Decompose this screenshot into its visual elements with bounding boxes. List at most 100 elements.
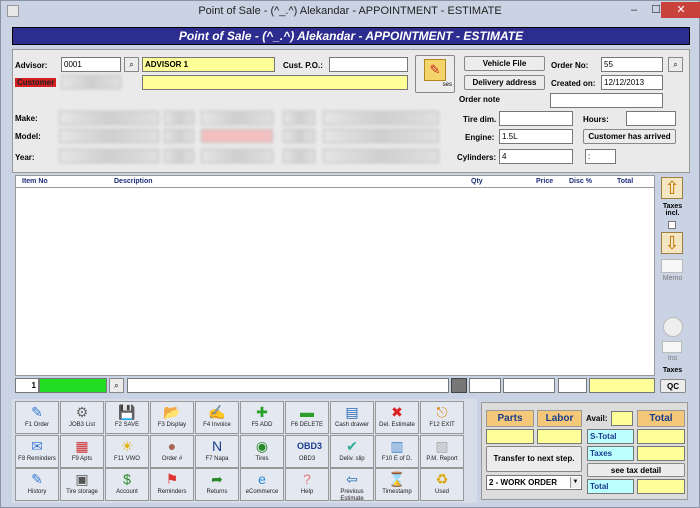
- fkey-icon: ☀: [120, 438, 134, 454]
- col-total[interactable]: Total: [617, 178, 633, 185]
- fkey-button-8[interactable]: ✖ Del. Estimate: [375, 401, 419, 434]
- ins-icon[interactable]: [663, 317, 683, 337]
- advisor-lookup-button[interactable]: ⌕: [124, 57, 139, 72]
- year-select[interactable]: [59, 149, 159, 163]
- cust-po-input[interactable]: [329, 57, 408, 72]
- fkey-label: F9 Apts: [71, 456, 93, 462]
- move-down-button[interactable]: ⇩: [661, 232, 683, 254]
- fkey-button-4[interactable]: ✍ F4 Invoice: [195, 401, 239, 434]
- vehicle-field-5[interactable]: [323, 129, 439, 143]
- fkey-button-15[interactable]: ◉ Tires: [240, 435, 284, 468]
- customer-code-input[interactable]: [61, 75, 121, 89]
- fkey-button-3[interactable]: 📂 F3 Display: [150, 401, 194, 434]
- fkey-button-9[interactable]: ⎋ F12 EXIT: [420, 401, 464, 434]
- col-item-no[interactable]: Item No: [22, 178, 48, 185]
- minimize-button[interactable]: –: [623, 2, 645, 18]
- ins-button[interactable]: [662, 341, 682, 353]
- fkey-button-22[interactable]: $ Account: [105, 468, 149, 501]
- engine-input[interactable]: 1.5L: [499, 129, 573, 144]
- fkey-icon: ⚑: [165, 471, 179, 487]
- fkey-button-2[interactable]: 💾 F2 SAVE: [105, 401, 149, 434]
- fkey-button-0[interactable]: ✎ F1 Order: [15, 401, 59, 434]
- fkey-button-1[interactable]: ⚙ JOB3 List: [60, 401, 104, 434]
- customer-label: Customer: [15, 78, 57, 87]
- items-grid[interactable]: [15, 188, 655, 376]
- fkey-button-5[interactable]: ✚ F5 ADD: [240, 401, 284, 434]
- advisor-name-field[interactable]: ADVISOR 1: [142, 57, 275, 72]
- qty-entry[interactable]: [469, 378, 501, 393]
- fkey-button-14[interactable]: N F7 Napa: [195, 435, 239, 468]
- vehicle-field-1[interactable]: [201, 111, 273, 125]
- model-select[interactable]: [59, 129, 159, 143]
- fkey-label: F7 Napa: [205, 456, 229, 462]
- order-note-label: Order note: [459, 95, 500, 104]
- tire-dim-input[interactable]: [499, 111, 573, 126]
- tire-dim-label: Tire dim.: [463, 115, 497, 124]
- fkey-button-25[interactable]: e eCommerce: [240, 468, 284, 501]
- customer-arrived-button[interactable]: Customer has arrived: [583, 129, 676, 144]
- fkey-icon: ✎: [31, 404, 43, 420]
- col-qty[interactable]: Qty: [471, 178, 483, 185]
- order-note-input[interactable]: [550, 93, 663, 108]
- fkey-button-24[interactable]: ➦ Returns: [195, 468, 239, 501]
- qc-button[interactable]: QC: [660, 379, 686, 393]
- advisor-code-input[interactable]: 0001: [61, 57, 121, 72]
- description-entry[interactable]: [127, 378, 449, 393]
- fkey-icon: OBD3: [297, 441, 323, 451]
- fkey-button-17[interactable]: ✔ Deliv. slip: [330, 435, 374, 468]
- fkey-button-18[interactable]: ▥ F10 E of D.: [375, 435, 419, 468]
- fkey-label: F4 Invoice: [203, 422, 231, 428]
- vehicle-field-2[interactable]: [201, 129, 273, 143]
- fkey-button-19[interactable]: ▧ P.M. Report: [420, 435, 464, 468]
- fkey-button-16[interactable]: OBD3 OBD3: [285, 435, 329, 468]
- fkey-label: Reminders: [157, 489, 187, 495]
- fkey-button-12[interactable]: ☀ F11 VWO: [105, 435, 149, 468]
- disc-entry[interactable]: [558, 378, 587, 393]
- close-button[interactable]: ✕: [661, 2, 700, 18]
- fkey-label: F2 SAVE: [114, 422, 140, 428]
- col-price[interactable]: Price: [536, 178, 553, 185]
- fkey-button-29[interactable]: ♻ Used: [420, 468, 464, 501]
- col-description[interactable]: Description: [114, 178, 153, 185]
- order-lookup-button[interactable]: ⌕: [668, 57, 683, 72]
- history-icon: ✎: [424, 59, 446, 81]
- fkey-icon: ✎: [31, 471, 43, 487]
- fkey-button-27[interactable]: ⇦ Previous Estimate: [330, 468, 374, 502]
- delivery-address-button[interactable]: Delivery address: [464, 75, 545, 90]
- move-up-button[interactable]: ⇧: [661, 177, 683, 199]
- fkey-button-28[interactable]: ⌛ Timestamp: [375, 468, 419, 501]
- transfer-button[interactable]: Transfer to next step.: [486, 446, 582, 472]
- item-lookup-button[interactable]: ⌕: [109, 378, 124, 393]
- vehicle-file-button[interactable]: Vehicle File: [464, 56, 545, 71]
- customer-name-field[interactable]: [142, 75, 408, 90]
- time-input[interactable]: :: [585, 149, 616, 164]
- order-no-input[interactable]: 55: [601, 57, 663, 72]
- fkey-button-6[interactable]: ▬ F6 DELETE: [285, 401, 329, 434]
- fkey-button-20[interactable]: ✎ History: [15, 468, 59, 501]
- fkey-button-13[interactable]: ● Order #: [150, 435, 194, 468]
- created-on-field[interactable]: 12/12/2013: [601, 75, 663, 90]
- hours-input[interactable]: [626, 111, 676, 126]
- fkey-button-21[interactable]: ▣ Tire storage: [60, 468, 104, 501]
- taxes-incl-checkbox[interactable]: [668, 221, 676, 229]
- fkey-button-7[interactable]: ▤ Cash drawer: [330, 401, 374, 434]
- vehicle-history-button[interactable]: ✎ ses: [415, 55, 455, 93]
- price-entry[interactable]: [503, 378, 555, 393]
- memo-button[interactable]: [661, 259, 683, 273]
- vehicle-field-6[interactable]: [323, 149, 439, 163]
- fkey-button-26[interactable]: ? Help: [285, 468, 329, 501]
- fkey-button-23[interactable]: ⚑ Reminders: [150, 468, 194, 501]
- cylinders-input[interactable]: 4: [499, 149, 573, 164]
- barcode-icon[interactable]: [451, 378, 467, 393]
- vehicle-field-3[interactable]: [201, 149, 273, 163]
- fkey-button-10[interactable]: ✉ F8 Reminders: [15, 435, 59, 468]
- next-step-select[interactable]: 2 - WORK ORDER ▼: [486, 475, 582, 490]
- vehicle-field-4[interactable]: [323, 111, 439, 125]
- fkey-button-11[interactable]: ▦ F9 Apts: [60, 435, 104, 468]
- see-tax-detail-button[interactable]: see tax detail: [587, 463, 685, 477]
- fkey-label: P.M. Report: [426, 456, 458, 462]
- page-banner: Point of Sale - (^_.^) Alekandar - APPOI…: [12, 27, 690, 45]
- item-no-entry[interactable]: [39, 378, 107, 393]
- make-select[interactable]: [59, 111, 159, 125]
- col-disc[interactable]: Disc %: [569, 178, 592, 185]
